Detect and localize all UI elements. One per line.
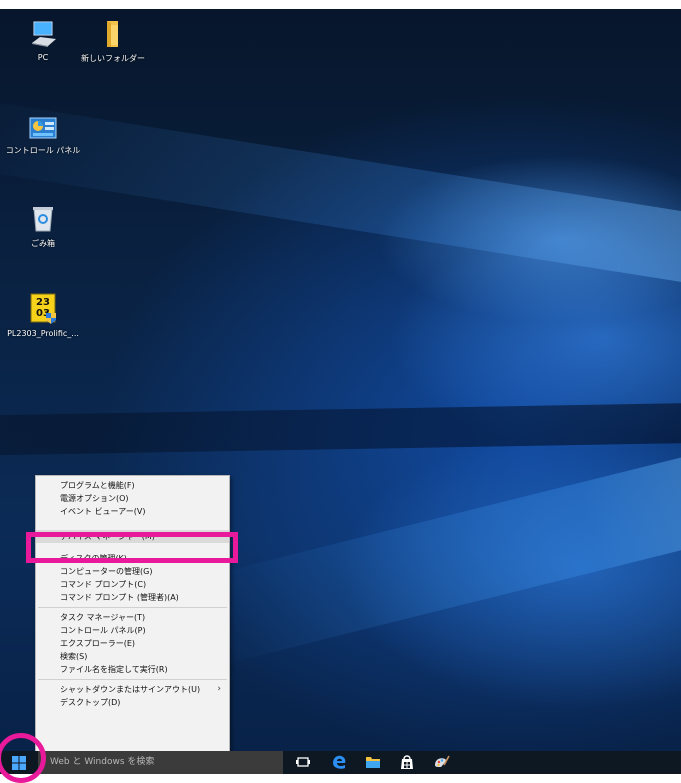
menu-item-programs-features[interactable]: プログラムと機能(F) (36, 479, 229, 492)
desktop-icon-label: 新しいフォルダー (81, 54, 145, 63)
desktop-icon-new-folder[interactable]: 新しいフォルダー (68, 19, 158, 64)
menu-item-label: シャットダウンまたはサインアウト(U) (60, 685, 201, 694)
control-panel-icon (29, 117, 57, 139)
taskbar-search-box[interactable]: Web と Windows を検索 (38, 751, 283, 774)
menu-item-device-manager[interactable]: デバイス マネージャー(M) (36, 530, 229, 543)
desktop-icon-recycle-bin[interactable]: ごみ箱 (0, 204, 88, 249)
desktop-icon-label: PC (37, 53, 49, 62)
task-view-icon[interactable] (294, 753, 312, 771)
submenu-arrow-icon: › (217, 684, 221, 694)
menu-item-shutdown-signout[interactable]: シャットダウンまたはサインアウト(U) › (36, 683, 229, 696)
menu-separator (38, 607, 227, 608)
menu-item-explorer[interactable]: エクスプローラー(E) (36, 637, 229, 650)
calendar-installer-icon: 23 03 (30, 293, 56, 324)
desktop-icon-control-panel[interactable]: コントロール パネル (0, 115, 88, 156)
menu-item-command-prompt[interactable]: コマンド プロンプト(C) (36, 578, 229, 591)
edge-icon[interactable] (330, 753, 348, 771)
desktop-icon-label: コントロール パネル (5, 146, 81, 155)
menu-item-hidden-spacer (36, 518, 229, 530)
wallpaper-light-beam (0, 95, 681, 293)
menu-item-desktop[interactable]: デスクトップ(D) (36, 696, 229, 709)
menu-item-task-manager[interactable]: タスク マネージャー(T) (36, 611, 229, 624)
pc-icon (32, 21, 56, 47)
desktop-icon-label: ごみ箱 (31, 239, 55, 248)
menu-item-disk-management[interactable]: ディスクの管理(K) (36, 552, 229, 565)
menu-item-command-prompt-admin[interactable]: コマンド プロンプト (管理者)(A) (36, 591, 229, 604)
desktop-icon-label: PL2303_Prolific_... (7, 329, 79, 338)
recycle-bin-icon (33, 207, 53, 232)
menu-item-computer-management[interactable]: コンピューターの管理(G) (36, 565, 229, 578)
winx-context-menu: プログラムと機能(F) 電源オプション(O) イベント ビューアー(V) デバイ… (35, 475, 230, 755)
windows-start-icon[interactable] (12, 756, 26, 770)
paint-icon[interactable] (432, 753, 450, 771)
menu-item-power-options[interactable]: 電源オプション(O) (36, 492, 229, 505)
menu-item-hidden-spacer (36, 543, 229, 552)
wallpaper-light-beam (197, 442, 681, 666)
wallpaper-shadow-band (0, 401, 681, 457)
folder-icon (107, 21, 118, 47)
menu-item-event-viewer[interactable]: イベント ビューアー(V) (36, 505, 229, 518)
store-icon[interactable] (398, 753, 416, 771)
desktop-icon-pl2303-installer[interactable]: 23 03 PL2303_Prolific_... (0, 293, 88, 338)
menu-item-control-panel[interactable]: コントロール パネル(P) (36, 624, 229, 637)
pl2303-text-top: 23 (36, 297, 50, 308)
file-explorer-icon[interactable] (364, 753, 382, 771)
menu-item-search[interactable]: 検索(S) (36, 650, 229, 663)
menu-item-run[interactable]: ファイル名を指定して実行(R) (36, 663, 229, 676)
menu-separator (38, 679, 227, 680)
